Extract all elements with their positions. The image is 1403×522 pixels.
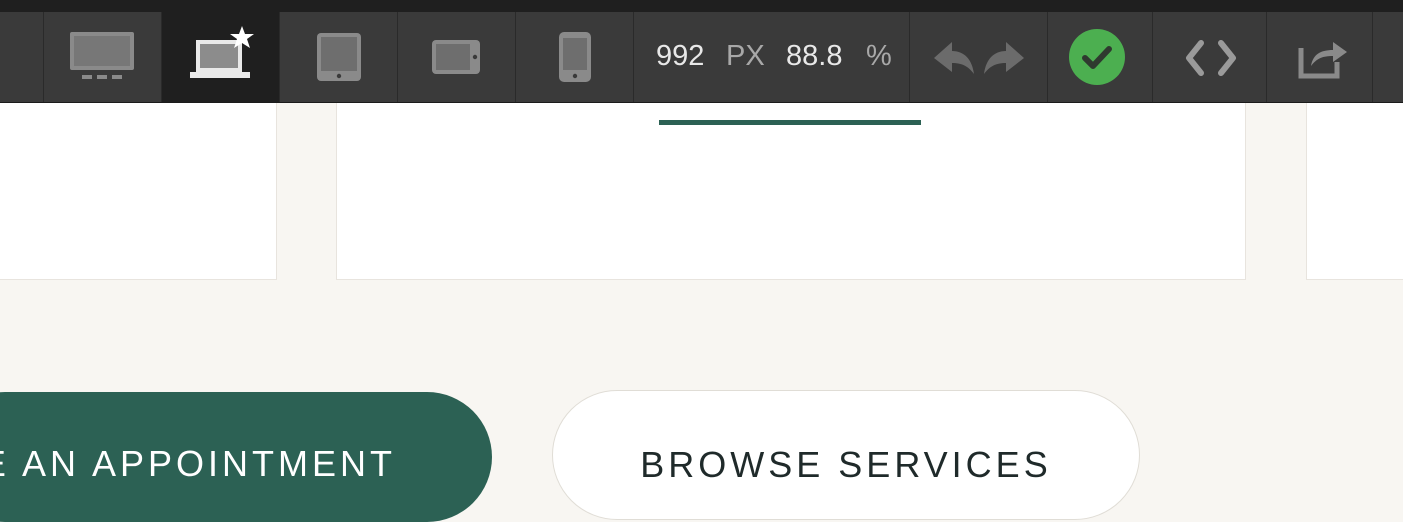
editor-toolbar: 992 PX 88.8 % xyxy=(0,12,1403,103)
device-laptop-button[interactable] xyxy=(161,12,280,102)
content-card-left xyxy=(0,103,277,280)
viewport-width-value: 992 xyxy=(656,40,705,72)
desktop-icon xyxy=(70,32,134,79)
laptop-star-icon xyxy=(190,26,254,78)
accent-underline xyxy=(659,120,921,125)
undo-icon[interactable] xyxy=(932,40,976,76)
toolbar-right-spacer xyxy=(1372,12,1403,102)
tablet-landscape-icon xyxy=(432,40,480,74)
code-view-button[interactable] xyxy=(1152,12,1267,102)
code-icon xyxy=(1186,40,1236,76)
toolbar-left-spacer xyxy=(0,12,43,102)
device-tablet-portrait-button[interactable] xyxy=(279,12,398,102)
zoom-unit: % xyxy=(866,40,892,72)
history-controls xyxy=(909,12,1048,102)
publish-status-button[interactable] xyxy=(1047,12,1153,102)
browse-services-label: BROWSE SERVICES xyxy=(640,444,1052,485)
make-appointment-label: E AN APPOINTMENT xyxy=(0,443,396,484)
share-button[interactable] xyxy=(1266,12,1373,102)
checkmark-icon xyxy=(1069,29,1125,85)
phone-icon xyxy=(559,32,591,82)
zoom-value: 88.8 xyxy=(786,40,843,72)
make-appointment-button[interactable]: E AN APPOINTMENT xyxy=(0,392,492,522)
device-desktop-button[interactable] xyxy=(43,12,162,102)
tablet-portrait-icon xyxy=(317,33,361,81)
viewport-size-display[interactable]: 992 PX 88.8 % xyxy=(633,12,910,102)
share-icon xyxy=(1298,42,1347,79)
device-tablet-landscape-button[interactable] xyxy=(397,12,516,102)
browse-services-button[interactable]: BROWSE SERVICES xyxy=(552,390,1140,520)
content-card-right xyxy=(1306,103,1403,280)
redo-icon[interactable] xyxy=(982,40,1026,76)
content-card-center xyxy=(336,103,1246,280)
device-phone-button[interactable] xyxy=(515,12,634,102)
viewport-width-unit: PX xyxy=(726,40,765,72)
